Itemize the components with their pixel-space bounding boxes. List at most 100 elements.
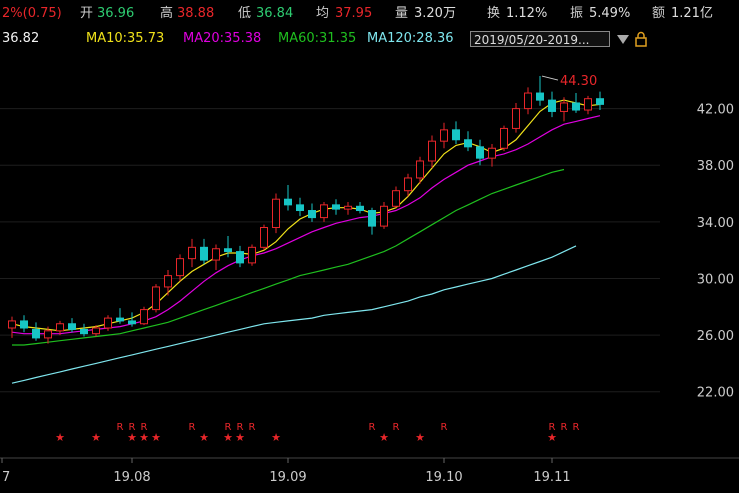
signal-star-marker: ★: [415, 431, 425, 444]
candle-body: [356, 205, 364, 212]
candle-body: [500, 127, 508, 149]
candle-body: [80, 328, 88, 335]
date-range-selector[interactable]: 2019/05/20-2019...: [470, 31, 610, 47]
signal-r-marker: R: [369, 422, 376, 433]
ma-line-ma20: [11, 115, 601, 335]
amplitude-value: 5.49%: [589, 6, 631, 21]
candle-body: [524, 92, 532, 110]
signal-r-marker: R: [561, 422, 568, 433]
candle-body: [140, 309, 148, 325]
low-value: 36.84: [256, 6, 294, 21]
open-value: 36.96: [97, 6, 135, 21]
lock-icon[interactable]: [633, 31, 649, 47]
signal-r-marker: R: [189, 422, 196, 433]
candle-body: [284, 198, 292, 206]
candle-body: [236, 251, 244, 264]
ma-line-ma10: [11, 99, 601, 332]
candle-body: [536, 92, 544, 101]
ma10-value: MA10:35.73: [86, 31, 165, 46]
candle-body: [308, 210, 316, 219]
ma20-value: MA20:35.38: [183, 31, 262, 46]
signal-r-marker: R: [249, 422, 256, 433]
signal-r-marker: R: [117, 422, 124, 433]
signal-star-marker: ★: [91, 431, 101, 444]
candle-body: [32, 328, 40, 339]
x-tick-label: 7: [2, 470, 10, 485]
candlestick-chart: 22.00 26.00 30.00 34.00 38.00 42.00 7 19.08 19.0…: [0, 74, 739, 485]
candle-body: [56, 323, 64, 332]
candle-body: [548, 99, 556, 112]
amount-label: 额: [652, 6, 666, 21]
signal-r-marker: R: [441, 422, 448, 433]
signal-star-marker: ★: [55, 431, 65, 444]
candle-body: [404, 177, 412, 192]
candle-body: [368, 210, 376, 227]
candle-body: [596, 98, 604, 105]
candle-body: [188, 246, 196, 260]
candle-body: [452, 129, 460, 141]
x-tick-label: 19.10: [425, 470, 462, 485]
signal-r-marker: R: [393, 422, 400, 433]
amount-value: 1.21亿: [671, 6, 713, 21]
candle-body: [248, 246, 256, 264]
candle-body: [476, 146, 484, 159]
max-price-label: 44.30: [560, 74, 597, 89]
signal-star-marker: ★: [151, 431, 161, 444]
signal-star-marker: ★: [139, 431, 149, 444]
candle-body: [272, 198, 280, 229]
candle-body: [572, 102, 580, 111]
ma-line-ma120: [11, 245, 577, 384]
candle-body: [584, 98, 592, 111]
signal-star-marker: ★: [379, 431, 389, 444]
candle-body: [392, 190, 400, 207]
candle-body: [464, 139, 472, 148]
signal-star-marker: ★: [271, 431, 281, 444]
candle-body: [440, 129, 448, 142]
quote-bar: 2%(0.75) 开 36.96 高 38.88 低 36.84 均 37.95…: [0, 0, 739, 28]
signal-star-marker: ★: [127, 431, 137, 444]
candle-body: [128, 320, 136, 325]
volume-label: 量: [395, 6, 409, 21]
ma120-value: MA120:28.36: [367, 31, 454, 46]
triangle-down-icon[interactable]: [615, 31, 631, 47]
candle-body: [428, 140, 436, 162]
y-tick-label: 26.00: [697, 329, 734, 344]
candle-body: [8, 320, 16, 329]
y-tick-label: 34.00: [697, 216, 734, 231]
x-tick-label: 19.08: [113, 470, 150, 485]
volume-value: 3.20万: [414, 6, 456, 21]
candle-body: [116, 317, 124, 322]
max-annotation-leader: [541, 75, 559, 81]
candle-body: [224, 248, 232, 253]
candle-body: [320, 204, 328, 219]
candle-body: [416, 160, 424, 179]
price-change: 2%(0.75): [2, 6, 62, 21]
candle-body: [20, 320, 28, 329]
candle-body: [560, 102, 568, 112]
signal-star-marker: ★: [199, 431, 209, 444]
ma5-value: 36.82: [2, 31, 40, 46]
y-tick-label: 38.00: [697, 159, 734, 174]
amplitude-label: 振: [570, 6, 584, 21]
y-tick-label: 22.00: [697, 386, 734, 401]
y-tick-label: 30.00: [697, 272, 734, 287]
candle-body: [176, 258, 184, 277]
candle-body: [68, 323, 76, 330]
signal-star-marker: ★: [547, 431, 557, 444]
low-label: 低: [238, 6, 252, 21]
turnover-value: 1.12%: [506, 6, 548, 21]
signal-star-marker: ★: [223, 431, 233, 444]
candle-body: [512, 108, 520, 129]
avg-value: 37.95: [335, 6, 373, 21]
candle-body: [296, 204, 304, 212]
x-tick-label: 19.09: [269, 470, 306, 485]
x-tick-label: 19.11: [533, 470, 570, 485]
candle-body: [488, 147, 496, 159]
candle-body: [44, 330, 52, 339]
signal-star-marker: ★: [235, 431, 245, 444]
candle-body: [344, 205, 352, 210]
candle-body: [152, 286, 160, 311]
candle-body: [212, 248, 220, 261]
signal-r-marker: R: [573, 422, 580, 433]
y-tick-label: 42.00: [697, 103, 734, 118]
